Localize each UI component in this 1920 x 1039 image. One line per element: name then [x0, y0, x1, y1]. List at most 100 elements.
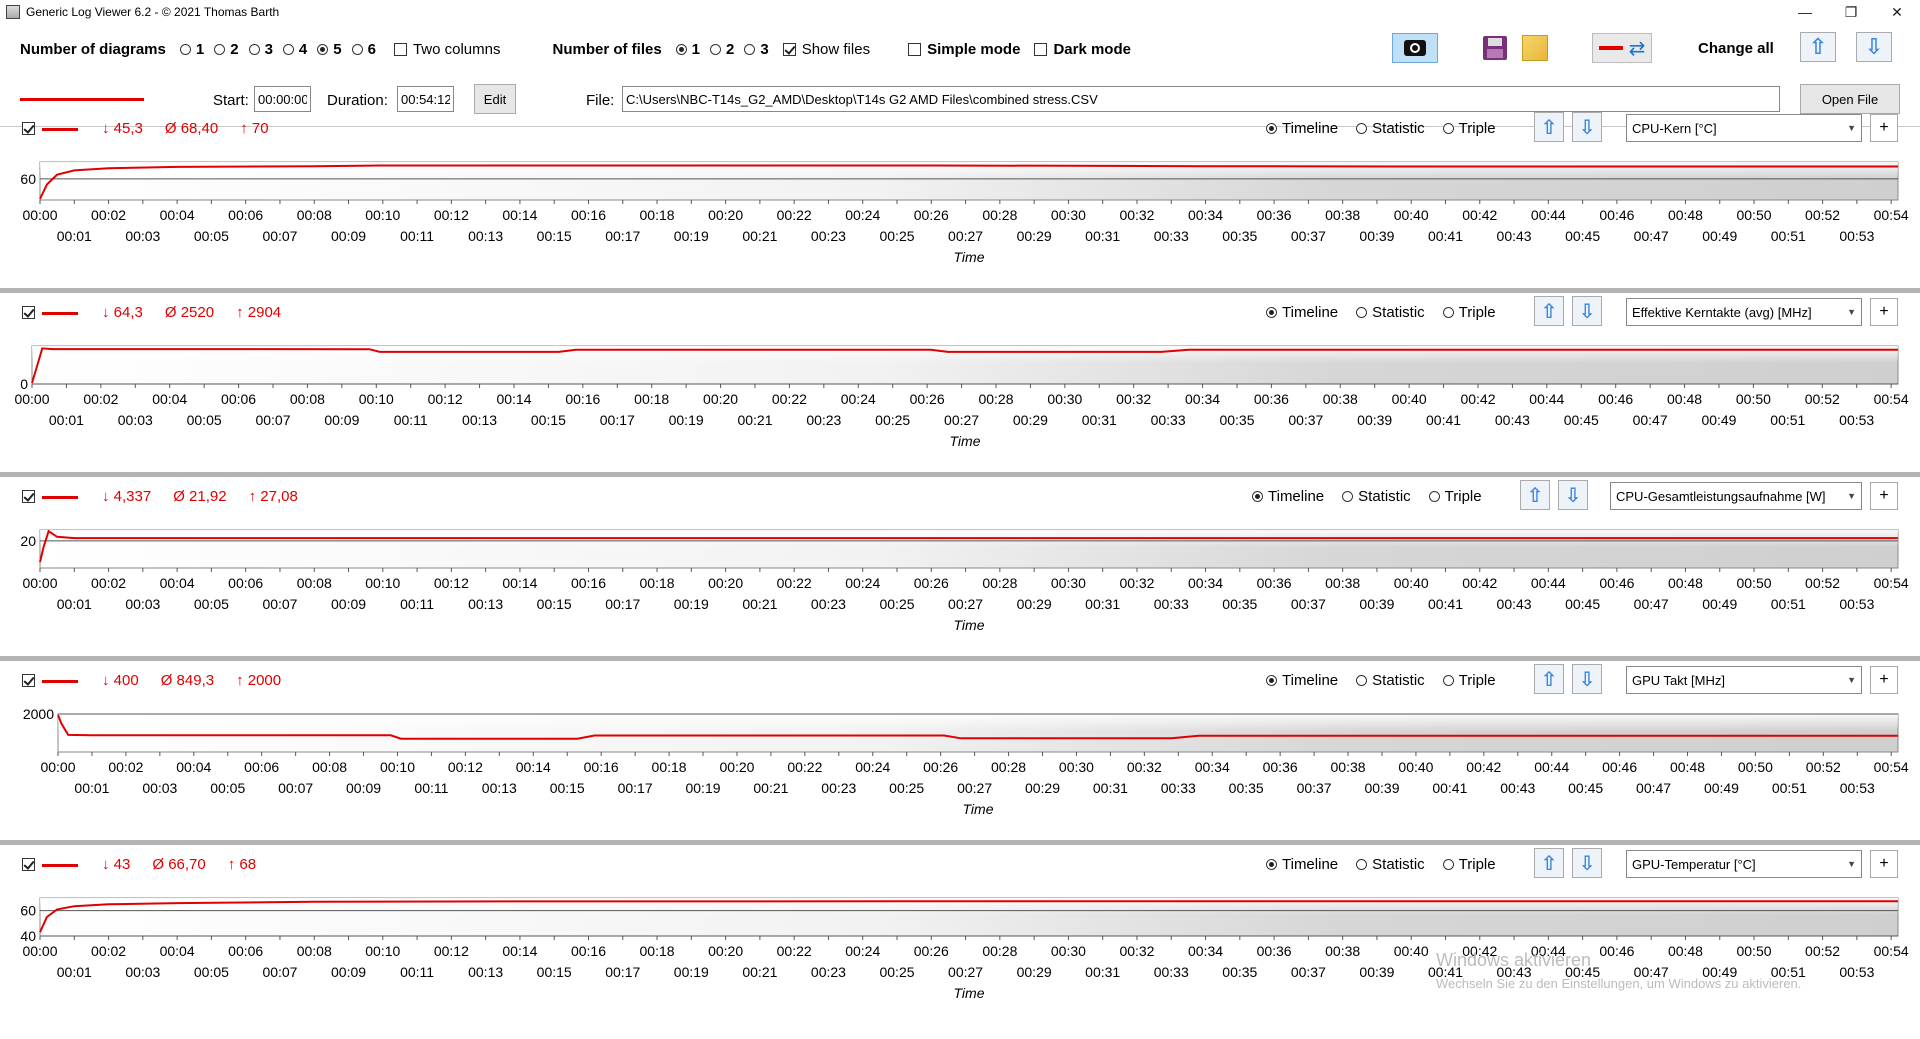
view-statistic-radio[interactable]: Statistic — [1356, 304, 1425, 321]
radio-circle[interactable] — [248, 43, 260, 55]
dark-mode-checkbox[interactable]: Dark mode — [1034, 41, 1131, 58]
swap-colors-button[interactable]: ⇄ — [1592, 33, 1652, 63]
radio-circle[interactable] — [675, 43, 687, 55]
diagrams-radio-1[interactable]: 1 — [179, 41, 204, 58]
radio-circle[interactable] — [710, 43, 722, 55]
move-diagram-down-button[interactable]: ⇩ — [1572, 848, 1602, 878]
show-files-box[interactable] — [782, 42, 796, 56]
view-statistic-radio[interactable]: Statistic — [1356, 856, 1425, 873]
move-diagram-down-button[interactable]: ⇩ — [1572, 112, 1602, 142]
radio-circle[interactable] — [1442, 123, 1454, 134]
view-triple-radio[interactable]: Triple — [1442, 672, 1496, 689]
radio-circle[interactable] — [1356, 675, 1368, 686]
diagrams-radio-5[interactable]: 5 — [317, 41, 342, 58]
radio-circle[interactable] — [1442, 307, 1454, 318]
series-visible-checkbox[interactable] — [22, 122, 35, 135]
radio-circle[interactable] — [1356, 123, 1368, 134]
x-tick-label: 00:08 — [312, 759, 347, 775]
diagrams-radio-6[interactable]: 6 — [351, 41, 376, 58]
add-series-button[interactable]: + — [1870, 666, 1898, 694]
move-all-down-button[interactable]: ⇩ — [1856, 32, 1892, 62]
files-radio-3[interactable]: 3 — [744, 41, 769, 58]
sensor-select[interactable]: Effektive Kerntakte (avg) [MHz] ▼ — [1626, 298, 1862, 326]
radio-circle[interactable] — [1356, 859, 1368, 870]
move-diagram-down-button[interactable]: ⇩ — [1572, 664, 1602, 694]
y-tick-label: 20 — [20, 533, 36, 549]
x-tick-label: 00:36 — [1257, 575, 1292, 591]
radio-circle[interactable] — [1342, 491, 1354, 502]
move-diagram-down-button[interactable]: ⇩ — [1572, 296, 1602, 326]
series-visible-checkbox[interactable] — [22, 490, 35, 503]
move-diagram-up-button[interactable]: ⇧ — [1534, 112, 1564, 142]
screenshot-button[interactable] — [1392, 33, 1438, 63]
move-all-up-button[interactable]: ⇧ — [1800, 32, 1836, 62]
add-series-button[interactable]: + — [1870, 482, 1898, 510]
series-visible-checkbox[interactable] — [22, 306, 35, 319]
radio-circle[interactable] — [214, 43, 226, 55]
show-files-checkbox[interactable]: Show files — [782, 41, 870, 58]
move-diagram-down-button[interactable]: ⇩ — [1558, 480, 1588, 510]
radio-circle[interactable] — [317, 43, 329, 55]
view-timeline-radio[interactable]: Timeline — [1266, 672, 1338, 689]
radio-circle[interactable] — [282, 43, 294, 55]
close-button[interactable]: ✕ — [1874, 0, 1920, 24]
view-timeline-radio[interactable]: Timeline — [1252, 488, 1324, 505]
save-button[interactable] — [1478, 33, 1512, 63]
sensor-select[interactable]: CPU-Gesamtleistungsaufnahme [W] ▼ — [1610, 482, 1862, 510]
view-statistic-radio[interactable]: Statistic — [1356, 672, 1425, 689]
radio-circle[interactable] — [179, 43, 191, 55]
move-diagram-up-button[interactable]: ⇧ — [1534, 664, 1564, 694]
view-triple-radio[interactable]: Triple — [1442, 120, 1496, 137]
radio-circle[interactable] — [1356, 307, 1368, 318]
radio-circle[interactable] — [1266, 859, 1277, 870]
add-series-button[interactable]: + — [1870, 298, 1898, 326]
radio-circle[interactable] — [1266, 307, 1277, 318]
view-triple-radio[interactable]: Triple — [1442, 856, 1496, 873]
view-triple-radio[interactable]: Triple — [1442, 304, 1496, 321]
view-timeline-radio[interactable]: Timeline — [1266, 304, 1338, 321]
radio-circle[interactable] — [1252, 491, 1263, 502]
view-timeline-radio[interactable]: Timeline — [1266, 120, 1338, 137]
add-series-button[interactable]: + — [1870, 850, 1898, 878]
diagrams-radio-4[interactable]: 4 — [282, 41, 307, 58]
add-series-button[interactable]: + — [1870, 114, 1898, 142]
view-timeline-radio[interactable]: Timeline — [1266, 856, 1338, 873]
series-visible-checkbox[interactable] — [22, 674, 35, 687]
diagrams-radio-3[interactable]: 3 — [248, 41, 273, 58]
x-tick-label: 00:15 — [537, 596, 572, 612]
radio-circle[interactable] — [744, 43, 756, 55]
maximize-button[interactable]: ❐ — [1828, 0, 1874, 24]
move-diagram-up-button[interactable]: ⇧ — [1520, 480, 1550, 510]
stat-max: ↑ 27,08 — [248, 488, 298, 505]
diagrams-radio-2[interactable]: 2 — [214, 41, 239, 58]
sensor-select[interactable]: GPU-Temperatur [°C] ▼ — [1626, 850, 1862, 878]
simple-mode-checkbox[interactable]: Simple mode — [908, 41, 1020, 58]
files-radio-label: 1 — [691, 40, 701, 58]
open-folder-button[interactable] — [1518, 33, 1552, 63]
dark-mode-box[interactable] — [1034, 42, 1048, 56]
files-radio-1[interactable]: 1 — [675, 40, 701, 58]
files-radio-2[interactable]: 2 — [710, 41, 734, 58]
radio-circle[interactable] — [1266, 123, 1277, 134]
sensor-select[interactable]: GPU Takt [MHz] ▼ — [1626, 666, 1862, 694]
x-tick-label: 00:05 — [194, 964, 229, 980]
radio-circle[interactable] — [1266, 675, 1277, 686]
view-statistic-radio[interactable]: Statistic — [1356, 120, 1425, 137]
move-diagram-up-button[interactable]: ⇧ — [1534, 848, 1564, 878]
x-tick-label: 00:09 — [346, 780, 381, 796]
two-columns-checkbox[interactable]: Two columns — [393, 41, 500, 58]
view-triple-radio[interactable]: Triple — [1428, 488, 1482, 505]
x-tick-label: 00:16 — [571, 943, 606, 959]
minimize-button[interactable]: — — [1782, 0, 1828, 24]
two-columns-box[interactable] — [393, 42, 407, 56]
simple-mode-box[interactable] — [908, 42, 922, 56]
radio-circle[interactable] — [351, 43, 363, 55]
sensor-select[interactable]: CPU-Kern [°C] ▼ — [1626, 114, 1862, 142]
move-diagram-up-button[interactable]: ⇧ — [1534, 296, 1564, 326]
series-visible-checkbox[interactable] — [22, 858, 35, 871]
radio-circle[interactable] — [1442, 859, 1454, 870]
view-statistic-radio[interactable]: Statistic — [1342, 488, 1411, 505]
x-tick-label: 00:01 — [74, 780, 109, 796]
radio-circle[interactable] — [1428, 491, 1440, 502]
radio-circle[interactable] — [1442, 675, 1454, 686]
